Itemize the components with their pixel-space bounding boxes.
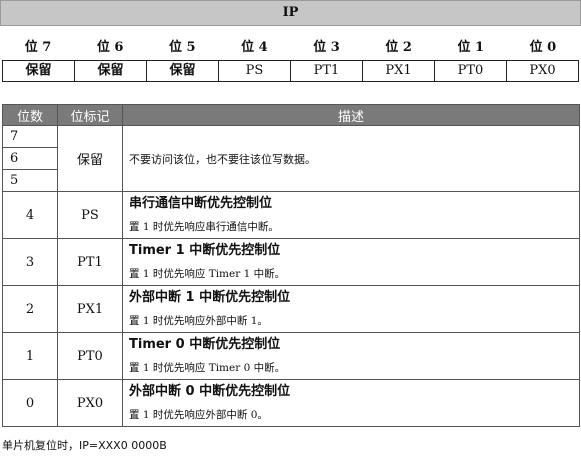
desc-title: 外部中断 0 中断优先控制位 (129, 384, 291, 399)
register-bit-names: 保留 保留 保留 PS PT1 PX1 PT0 PX0 (2, 60, 579, 82)
desc-title: Timer 1 中断优先控制位 (129, 243, 281, 258)
desc-title: 串行通信中断优先控制位 (129, 196, 273, 211)
table-row: 0 PX0 外部中断 0 中断优先控制位 置 1 时优先响应外部中断 0。 (2, 379, 580, 427)
bit-name-cell: PS (218, 61, 290, 81)
bit-number: 2 (2, 285, 58, 333)
table-row: 7 保留 不要访问该位，也不要往该位写数据。 (2, 125, 580, 192)
bit-desc: Timer 0 中断优先控制位 置 1 时优先响应 Timer 0 中断。 (122, 332, 580, 380)
bit-mark: PX0 (57, 379, 123, 427)
bit-name-cell: PT0 (434, 61, 506, 81)
bit-name-cell: 保留 (25, 63, 52, 78)
bit-number: 6 (2, 147, 58, 170)
bit-desc: 外部中断 0 中断优先控制位 置 1 时优先响应外部中断 0。 (122, 379, 580, 427)
bit-mark: 保留 (57, 125, 123, 192)
table-row: 2 PX1 外部中断 1 中断优先控制位 置 1 时优先响应外部中断 1。 (2, 285, 580, 333)
bit-mark: PT0 (57, 332, 123, 380)
bit-header: 位 2 (385, 40, 412, 55)
desc-text: 不要访问该位，也不要往该位写数据。 (129, 152, 316, 166)
bit-header: 位 4 (241, 40, 268, 55)
bit-desc: 不要访问该位，也不要往该位写数据。 (122, 125, 580, 192)
bit-header: 位 3 (313, 40, 340, 55)
bit-desc: 外部中断 1 中断优先控制位 置 1 时优先响应外部中断 1。 (122, 285, 580, 333)
bit-number: 7 (2, 125, 58, 148)
bit-number: 4 (2, 191, 58, 239)
bit-header: 位 5 (169, 40, 196, 55)
bit-name-cell: PX0 (506, 61, 578, 81)
header-bit: 位数 (2, 104, 58, 126)
table-header-row: 位数 位标记 描述 (2, 104, 580, 126)
desc-detail: 置 1 时优先响应外部中断 1。 (129, 315, 268, 327)
bit-name-cell: PX1 (362, 61, 434, 81)
bit-number: 3 (2, 238, 58, 286)
header-desc: 描述 (122, 104, 580, 126)
desc-detail: 置 1 时优先响应 Timer 1 中断。 (129, 268, 286, 280)
reset-note: 单片机复位时，IP=XXX0 0000B (2, 439, 167, 452)
bit-header: 位 6 (96, 40, 124, 55)
bit-number: 5 (2, 169, 58, 192)
desc-detail: 置 1 时优先响应 Timer 0 中断。 (129, 362, 286, 374)
desc-detail: 置 1 时优先响应串行通信中断。 (129, 221, 279, 233)
bit-desc: Timer 1 中断优先控制位 置 1 时优先响应 Timer 1 中断。 (122, 238, 580, 286)
desc-title: Timer 0 中断优先控制位 (129, 337, 281, 352)
bit-header: 位 1 (457, 40, 485, 55)
register-bit-headers: 位 7 位 6 位 5 位 4 位 3 位 2 位 1 位 0 (2, 38, 579, 58)
header-mark: 位标记 (57, 104, 123, 126)
bit-name-cell: PT1 (290, 61, 362, 81)
bit-number: 0 (2, 379, 58, 427)
register-title: IP (0, 0, 581, 26)
bit-mark: PT1 (57, 238, 123, 286)
bit-header: 位 7 (24, 40, 52, 55)
desc-detail: 置 1 时优先响应外部中断 0。 (129, 409, 268, 421)
bit-name-cell: 保留 (74, 61, 146, 81)
bit-name-cell: 保留 (146, 61, 218, 81)
desc-title: 外部中断 1 中断优先控制位 (129, 290, 291, 305)
bit-header: 位 0 (529, 40, 557, 55)
table-row: 4 PS 串行通信中断优先控制位 置 1 时优先响应串行通信中断。 (2, 191, 580, 239)
bit-desc: 串行通信中断优先控制位 置 1 时优先响应串行通信中断。 (122, 191, 580, 239)
table-row: 1 PT0 Timer 0 中断优先控制位 置 1 时优先响应 Timer 0 … (2, 332, 580, 380)
table-row: 3 PT1 Timer 1 中断优先控制位 置 1 时优先响应 Timer 1 … (2, 238, 580, 286)
bit-number: 1 (2, 332, 58, 380)
bit-description-table: 位数 位标记 描述 7 保留 不要访问该位，也不要往该位写数据。 6 5 4 P… (2, 104, 580, 427)
bit-mark: PX1 (57, 285, 123, 333)
bit-mark: PS (57, 191, 123, 239)
